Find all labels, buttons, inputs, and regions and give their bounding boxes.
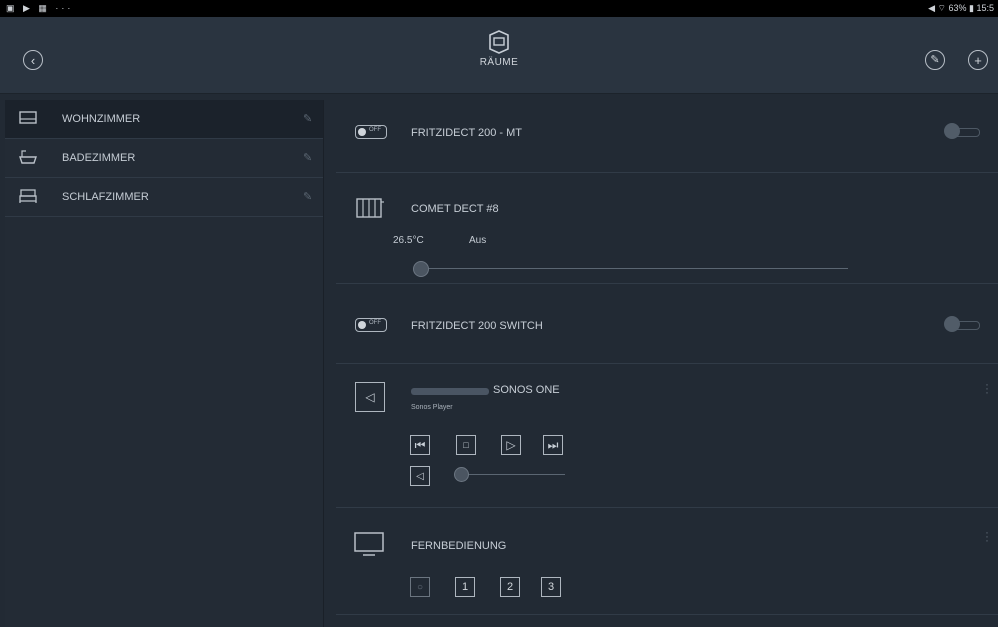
- edit-button[interactable]: ✎: [925, 50, 945, 70]
- stop-icon: □: [463, 440, 469, 450]
- notification-icons: ▣ ▶ ▦ ···: [6, 3, 74, 13]
- speaker-icon: ◁: [355, 382, 385, 412]
- device-card-remote: FERNBEDIENUNG ○ 1 2 3 · · ·: [336, 508, 998, 615]
- device-card-fritz-switch: OFF FRITZIDECT 200 SWITCH: [336, 284, 998, 364]
- device-name: COMET DECT #8: [411, 203, 499, 215]
- radiator-icon: [356, 198, 384, 218]
- skip-forward-icon: ⏭: [547, 437, 559, 452]
- volume-icon: ◁: [416, 470, 424, 482]
- stop-button[interactable]: □: [456, 435, 476, 455]
- pencil-icon[interactable]: ✎: [303, 112, 315, 125]
- power-toggle[interactable]: [944, 316, 980, 332]
- more-menu-icon[interactable]: · · ·: [985, 378, 989, 398]
- temperature-slider-thumb[interactable]: [413, 261, 429, 277]
- device-name: SONOS ONE: [493, 384, 560, 396]
- device-name: FERNBEDIENUNG: [411, 540, 507, 552]
- add-button[interactable]: +: [968, 50, 988, 70]
- device-name: FRITZIDECT 200 SWITCH: [411, 320, 543, 332]
- header-title-block: RÄUME: [469, 29, 529, 68]
- remote-button-2[interactable]: 2: [500, 577, 520, 597]
- device-subtitle: Sonos Player: [411, 404, 453, 411]
- pencil-icon[interactable]: ✎: [303, 151, 315, 164]
- play-icon: ▷: [506, 438, 516, 452]
- volume-button[interactable]: ◁: [410, 466, 430, 486]
- device-card-fritz-mt: OFF FRITZIDECT 200 - MT: [336, 93, 998, 173]
- power-icon: ○: [416, 581, 424, 593]
- pencil-icon: ✎: [930, 53, 940, 66]
- play-button[interactable]: ▷: [501, 435, 521, 455]
- temperature-value: 26.5°C: [393, 235, 424, 246]
- sidebar-item-wohnzimmer[interactable]: WOHNZIMMER ✎: [5, 100, 323, 139]
- bathtub-icon: [19, 150, 37, 164]
- plug-icon: OFF: [355, 125, 387, 139]
- more-menu-icon[interactable]: · · ·: [985, 526, 989, 546]
- sidebar-item-label: BADEZIMMER: [62, 152, 136, 164]
- mode-value: Aus: [469, 235, 487, 246]
- plus-icon: +: [974, 52, 982, 68]
- previous-button[interactable]: ⏮: [410, 435, 430, 455]
- remote-button-1[interactable]: 1: [455, 577, 475, 597]
- power-button[interactable]: ○: [410, 577, 430, 597]
- power-toggle[interactable]: [944, 123, 980, 139]
- remote-button-3[interactable]: 3: [541, 577, 561, 597]
- rooms-icon: [489, 30, 509, 54]
- device-list: OFF FRITZIDECT 200 - MT COMET DECT #8 26…: [336, 93, 998, 627]
- pencil-icon[interactable]: ✎: [303, 190, 315, 203]
- volume-slider-thumb[interactable]: [454, 467, 469, 482]
- device-name: FRITZIDECT 200 - MT: [411, 127, 523, 139]
- status-bar: ▣ ▶ ▦ ··· ◀ ⌔ 63% ▮ 15:5: [0, 0, 998, 17]
- status-right: ◀ ⌔ 63% ▮ 15:5: [928, 3, 994, 13]
- page-title: RÄUME: [479, 57, 519, 68]
- redacted-name: [411, 388, 489, 395]
- plug-icon: OFF: [355, 318, 387, 332]
- top-bar: ‹ RÄUME ✎ +: [0, 17, 998, 94]
- sidebar-item-schlafzimmer[interactable]: SCHLAFZIMMER ✎: [5, 178, 323, 217]
- room-sidebar: WOHNZIMMER ✎ BADEZIMMER ✎ SCHLAFZIMMER ✎: [5, 100, 324, 627]
- device-card-sonos: ◁ SONOS ONE Sonos Player ⏮ □ ▷ ⏭ ◁ · · ·: [336, 364, 998, 508]
- sidebar-item-label: WOHNZIMMER: [62, 113, 141, 125]
- next-button[interactable]: ⏭: [543, 435, 563, 455]
- back-button[interactable]: ‹: [23, 50, 43, 70]
- device-card-comet: COMET DECT #8 26.5°C Aus: [336, 173, 998, 284]
- temperature-slider-track[interactable]: [418, 268, 848, 269]
- volume-slider-track[interactable]: [457, 474, 565, 475]
- tv-icon: [354, 532, 384, 556]
- chevron-left-icon: ‹: [30, 52, 36, 68]
- sofa-icon: [19, 111, 37, 124]
- sidebar-item-badezimmer[interactable]: BADEZIMMER ✎: [5, 139, 323, 178]
- skip-back-icon: ⏮: [414, 437, 426, 452]
- bed-icon: [19, 189, 37, 203]
- sidebar-item-label: SCHLAFZIMMER: [62, 191, 149, 203]
